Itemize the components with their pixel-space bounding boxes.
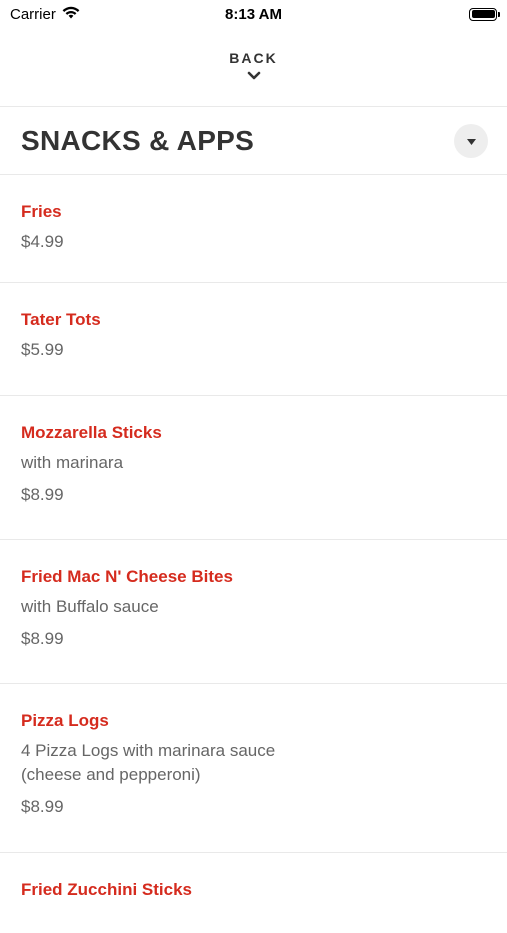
caret-down-icon bbox=[466, 132, 476, 150]
menu-item-tater-tots[interactable]: Tater Tots $5.99 bbox=[0, 283, 507, 396]
item-name: Fries bbox=[21, 202, 62, 221]
status-bar: Carrier 8:13 AM bbox=[0, 0, 507, 28]
section-dropdown-button[interactable] bbox=[454, 124, 488, 158]
divider bbox=[0, 106, 507, 107]
item-price: $4.99 bbox=[21, 232, 64, 251]
item-name: Mozzarella Sticks bbox=[21, 423, 162, 442]
status-left: Carrier bbox=[10, 6, 80, 23]
menu-item-mozzarella-sticks[interactable]: Mozzarella Sticks with marinara $8.99 bbox=[0, 396, 507, 540]
menu-item-fries[interactable]: Fries $4.99 bbox=[0, 175, 507, 283]
item-description: with marinara bbox=[21, 453, 124, 472]
wifi-icon bbox=[62, 6, 80, 23]
back-label: BACK bbox=[229, 50, 278, 66]
item-price: $8.99 bbox=[21, 629, 64, 648]
menu-item-pizza-logs[interactable]: Pizza Logs 4 Pizza Logs with marinara sa… bbox=[0, 684, 507, 853]
chevron-down-icon bbox=[247, 68, 261, 86]
back-button[interactable]: BACK bbox=[0, 38, 507, 106]
item-price: $8.99 bbox=[21, 485, 64, 504]
section-header: SNACKS & APPS bbox=[0, 108, 507, 174]
item-name: Fried Mac N' Cheese Bites bbox=[21, 567, 233, 586]
menu-list: Fries $4.99 Tater Tots $5.99 Mozzarella … bbox=[0, 175, 507, 933]
item-name: Pizza Logs bbox=[21, 711, 109, 730]
battery-icon bbox=[469, 7, 500, 21]
item-description: with Buffalo sauce bbox=[21, 597, 159, 616]
menu-item-fried-zucchini-sticks[interactable]: Fried Zucchini Sticks bbox=[0, 853, 507, 933]
item-price: $8.99 bbox=[21, 797, 64, 816]
carrier-label: Carrier bbox=[10, 5, 56, 23]
section-title: SNACKS & APPS bbox=[21, 125, 255, 156]
battery-level bbox=[471, 10, 495, 18]
item-name: Fried Zucchini Sticks bbox=[21, 880, 192, 899]
menu-item-fried-mac-n-cheese-bites[interactable]: Fried Mac N' Cheese Bites with Buffalo s… bbox=[0, 540, 507, 684]
item-description: 4 Pizza Logs with marinara sauce (cheese… bbox=[21, 741, 276, 784]
item-price: $5.99 bbox=[21, 340, 64, 359]
item-name: Tater Tots bbox=[21, 310, 101, 329]
